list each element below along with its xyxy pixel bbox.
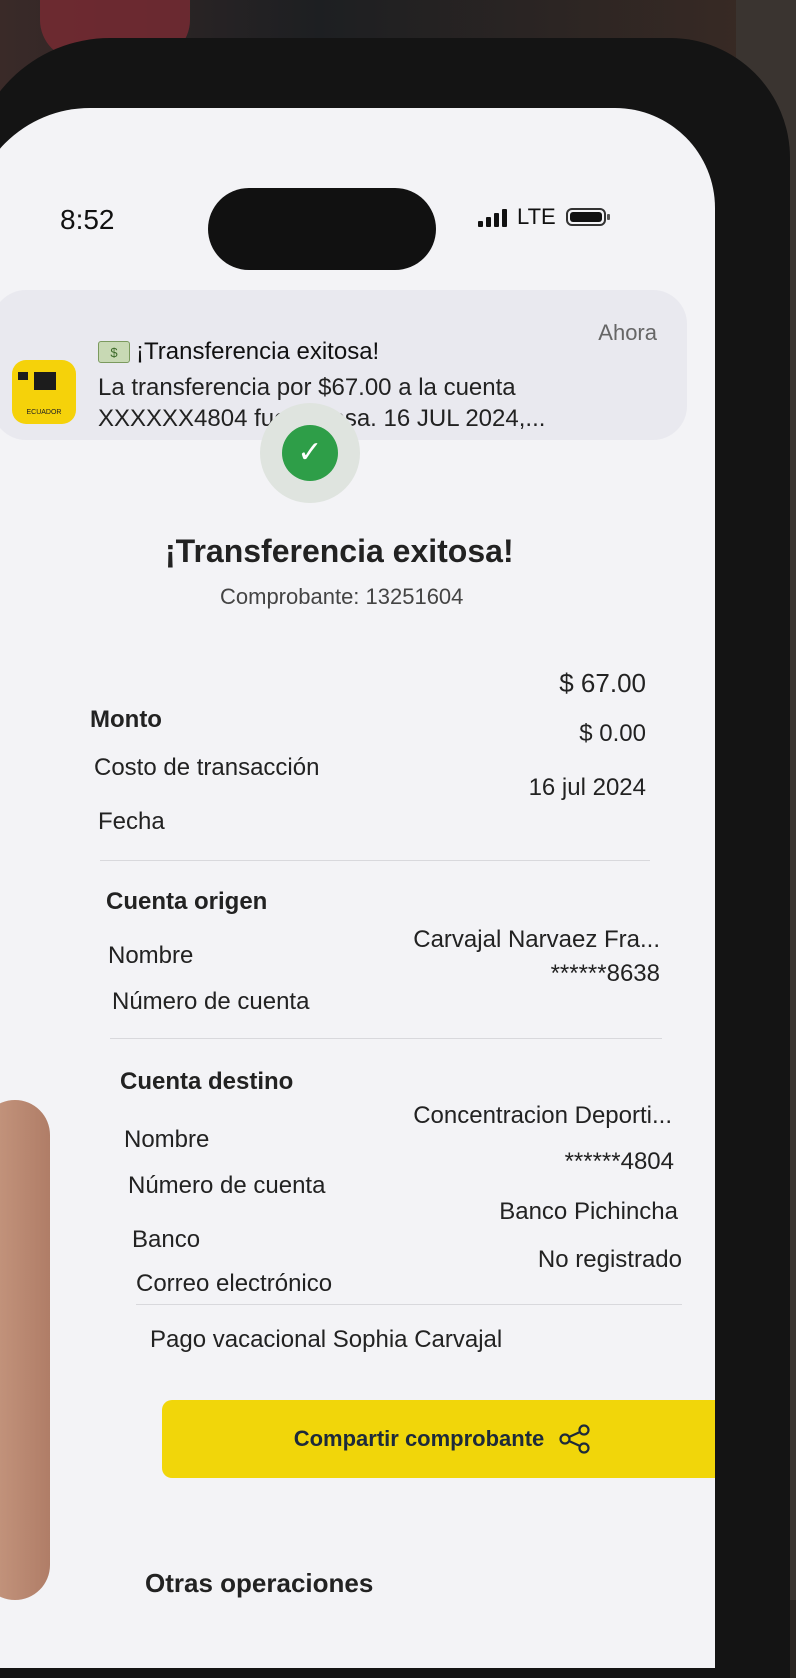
email-value: No registrado xyxy=(537,1246,682,1273)
success-badge: ✓ xyxy=(260,403,360,503)
checkmark-icon: ✓ xyxy=(282,425,338,481)
fee-value: $ 0.00 xyxy=(579,720,646,747)
fee-label: Costo de transacción xyxy=(94,754,320,781)
date-label: Fecha xyxy=(98,808,165,835)
other-operations-heading: Otras operaciones xyxy=(145,1568,374,1598)
app-icon-label: ECUADOR xyxy=(26,409,62,416)
phone-frame: 8:52 LTE ECUADOR $ ¡Transferencia exitos… xyxy=(0,38,790,1678)
notification-title-text: ¡Transferencia exitosa! xyxy=(136,338,380,365)
dynamic-island xyxy=(208,188,436,270)
origin-account-value: ******8638 xyxy=(550,960,660,987)
network-label: LTE xyxy=(517,204,556,229)
share-icon xyxy=(558,1424,592,1454)
origin-name-value: Carvajal Narvaez Fra... xyxy=(413,926,660,953)
date-value: 16 jul 2024 xyxy=(528,774,646,801)
amount-label: Monto xyxy=(90,706,162,733)
destination-name-value: Concentracion Deporti... xyxy=(413,1102,672,1129)
destination-account-value: ******4804 xyxy=(564,1148,674,1175)
bank-app-icon: ECUADOR xyxy=(12,360,76,424)
status-time: 8:52 xyxy=(60,204,115,235)
destination-name-label: Nombre xyxy=(124,1126,210,1153)
notification-body: La transferencia por $67.00 a la cuenta … xyxy=(98,374,546,432)
divider xyxy=(110,1038,662,1039)
finger-overlay xyxy=(0,1100,50,1600)
share-receipt-button[interactable]: Compartir comprobante xyxy=(162,1400,715,1478)
page-title: ¡Transferencia exitosa! xyxy=(165,533,514,569)
signal-icon xyxy=(478,207,507,227)
origin-name-label: Nombre xyxy=(108,942,194,969)
phone-screen: 8:52 LTE ECUADOR $ ¡Transferencia exitos… xyxy=(0,108,715,1668)
divider xyxy=(136,1304,682,1305)
battery-icon xyxy=(565,208,610,226)
notification-title: $ ¡Transferencia exitosa! xyxy=(98,338,379,366)
status-indicators: LTE xyxy=(478,204,610,230)
origin-section-title: Cuenta origen xyxy=(106,888,268,915)
email-label: Correo electrónico xyxy=(136,1270,333,1297)
origin-account-label: Número de cuenta xyxy=(112,988,310,1015)
destination-account-label: Número de cuenta xyxy=(128,1172,326,1199)
bank-label: Banco xyxy=(132,1226,201,1253)
bank-value: Banco Pichincha xyxy=(499,1198,678,1225)
amount-value: $ 67.00 xyxy=(559,668,646,698)
destination-section-title: Cuenta destino xyxy=(120,1068,294,1095)
transfer-note: Pago vacacional Sophia Carvajal xyxy=(150,1326,503,1353)
share-button-label: Compartir comprobante xyxy=(293,1426,545,1451)
receipt-number: Comprobante: 13251604 xyxy=(220,584,464,609)
notification-time: Ahora xyxy=(598,320,657,345)
divider xyxy=(100,860,650,861)
money-icon: $ xyxy=(98,341,130,363)
